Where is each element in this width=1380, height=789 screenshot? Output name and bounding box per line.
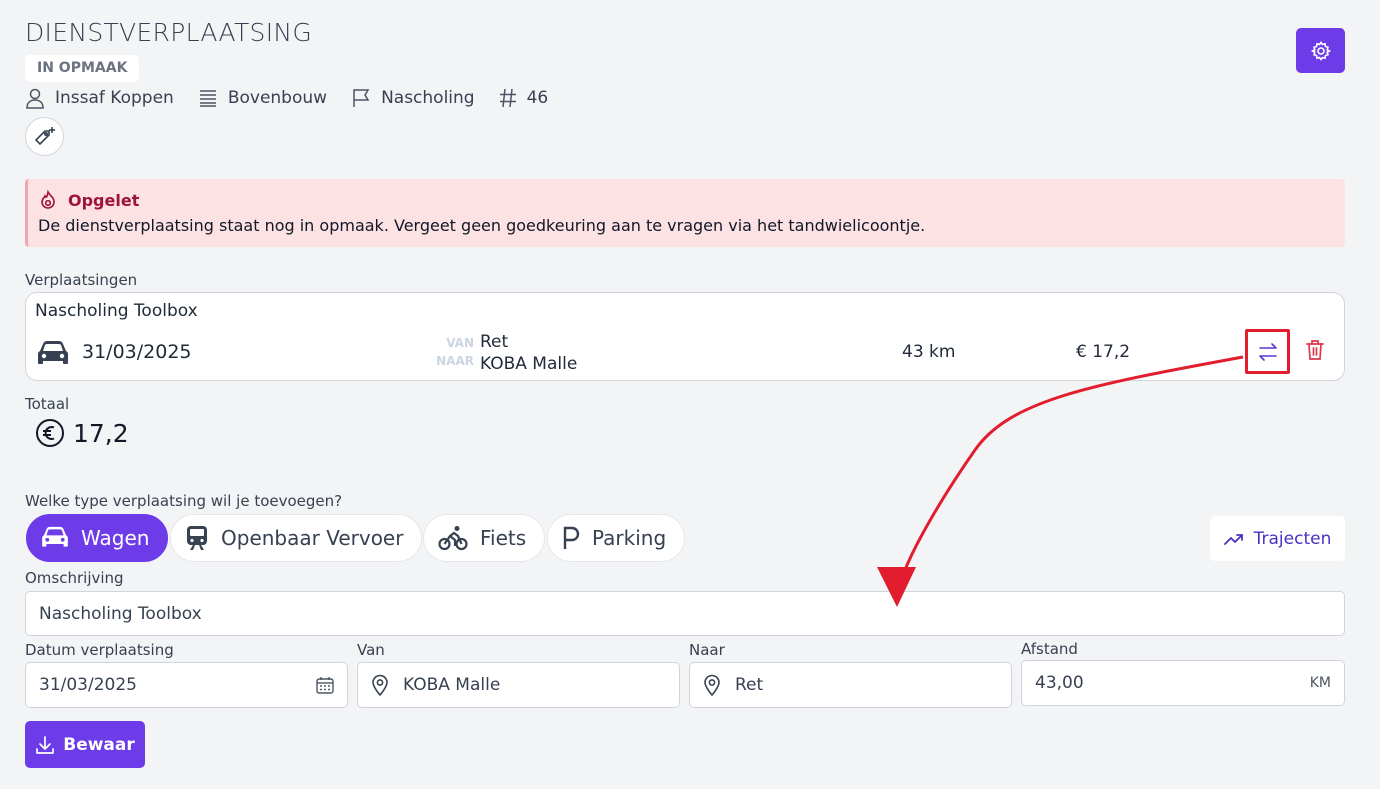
- trending-up-icon: [1223, 533, 1243, 545]
- type-option-fiets[interactable]: Fiets: [423, 514, 546, 562]
- from-value: KOBA Malle: [403, 675, 501, 695]
- type-option-label: Openbaar Vervoer: [221, 526, 404, 550]
- meta-row: Inssaf Koppen Bovenbouw Nascholing 46: [25, 86, 572, 110]
- distance-value: 43,00: [1035, 673, 1084, 693]
- trip-date: 31/03/2025: [82, 341, 192, 363]
- date-label: Datum verplaatsing: [25, 641, 174, 659]
- page-title: DIENSTVERPLAATSING: [25, 18, 313, 47]
- trajecten-button[interactable]: Trajecten: [1210, 516, 1345, 561]
- add-tag-button[interactable]: [25, 117, 64, 156]
- type-option-label: Wagen: [81, 526, 150, 550]
- trip-card: Nascholing Toolbox 31/03/2025 VAN Ret NA…: [25, 292, 1345, 381]
- distance-unit: KM: [1309, 675, 1331, 691]
- to-tag: NAAR: [436, 354, 474, 368]
- trip-distance: 43 km: [902, 342, 956, 362]
- save-label: Bewaar: [63, 734, 135, 755]
- car-icon: [38, 341, 68, 364]
- train-icon: [187, 526, 207, 550]
- trip-amount: € 17,2: [1076, 342, 1131, 362]
- trip-title: Nascholing Toolbox: [35, 301, 198, 321]
- map-pin-icon: [372, 674, 388, 696]
- meta-category: Nascholing: [351, 88, 475, 108]
- status-badge: IN OPMAAK: [25, 55, 140, 82]
- description-label: Omschrijving: [25, 569, 124, 587]
- save-button[interactable]: Bewaar: [25, 721, 145, 768]
- alert-title: Opgelet: [68, 190, 140, 210]
- flag-icon: [353, 89, 370, 107]
- swap-arrows-icon: [1258, 342, 1277, 361]
- total-label: Totaal: [25, 395, 70, 413]
- department-name: Bovenbouw: [227, 88, 328, 108]
- distance-label: Afstand: [1021, 640, 1078, 658]
- settings-button[interactable]: [1296, 28, 1345, 73]
- meta-person: Inssaf Koppen: [25, 87, 174, 109]
- warning-alert: Opgelet De dienstverplaatsing staat nog …: [25, 179, 1345, 247]
- swap-direction-button[interactable]: [1245, 329, 1290, 374]
- layers-icon: [199, 90, 216, 107]
- meta-department: Bovenbouw: [198, 88, 327, 108]
- type-option-parking[interactable]: Parking: [547, 514, 686, 562]
- category-name: Nascholing: [381, 88, 475, 108]
- gear-icon: [1310, 40, 1331, 61]
- total-amount: 17,2: [35, 418, 129, 448]
- trips-label: Verplaatsingen: [25, 271, 138, 289]
- type-option-label: Fiets: [480, 526, 527, 550]
- hash-icon: [499, 88, 516, 108]
- bicycle-icon: [438, 526, 468, 551]
- parking-icon: [563, 526, 580, 549]
- to-value: Ret: [735, 675, 764, 695]
- trip-from: Ret: [480, 332, 509, 352]
- total-value: 17,2: [73, 418, 129, 448]
- type-option-wagen[interactable]: Wagen: [26, 514, 169, 562]
- flame-icon: [41, 190, 55, 209]
- type-option-openbaar-vervoer[interactable]: Openbaar Vervoer: [170, 514, 423, 562]
- from-input[interactable]: KOBA Malle: [357, 662, 680, 708]
- tag-plus-icon: [34, 126, 55, 145]
- user-icon: [26, 88, 44, 109]
- calendar-icon[interactable]: [316, 676, 334, 694]
- type-question: Welke type verplaatsing wil je toevoegen…: [25, 492, 343, 510]
- trajecten-label: Trajecten: [1253, 528, 1332, 549]
- trip-to: KOBA Malle: [480, 354, 578, 374]
- alert-message: De dienstverplaatsing staat nog in opmaa…: [38, 216, 926, 235]
- from-label: Van: [357, 641, 385, 659]
- car-icon: [42, 526, 68, 547]
- description-input[interactable]: Nascholing Toolbox: [25, 591, 1345, 636]
- download-icon: [36, 735, 55, 754]
- record-number: 46: [526, 88, 549, 108]
- description-value: Nascholing Toolbox: [39, 603, 202, 624]
- from-tag: VAN: [446, 336, 474, 350]
- distance-input[interactable]: 43,00 KM: [1021, 660, 1345, 706]
- meta-number: 46: [499, 88, 549, 108]
- date-value: 31/03/2025: [39, 675, 137, 695]
- map-pin-icon: [704, 674, 720, 696]
- person-name: Inssaf Koppen: [55, 88, 174, 108]
- trash-icon[interactable]: [1305, 339, 1325, 361]
- to-label: Naar: [689, 641, 725, 659]
- date-input[interactable]: 31/03/2025: [25, 662, 348, 708]
- euro-icon: [36, 419, 64, 447]
- alert-heading: Opgelet: [38, 190, 1345, 210]
- type-option-label: Parking: [592, 526, 667, 550]
- to-input[interactable]: Ret: [689, 662, 1012, 708]
